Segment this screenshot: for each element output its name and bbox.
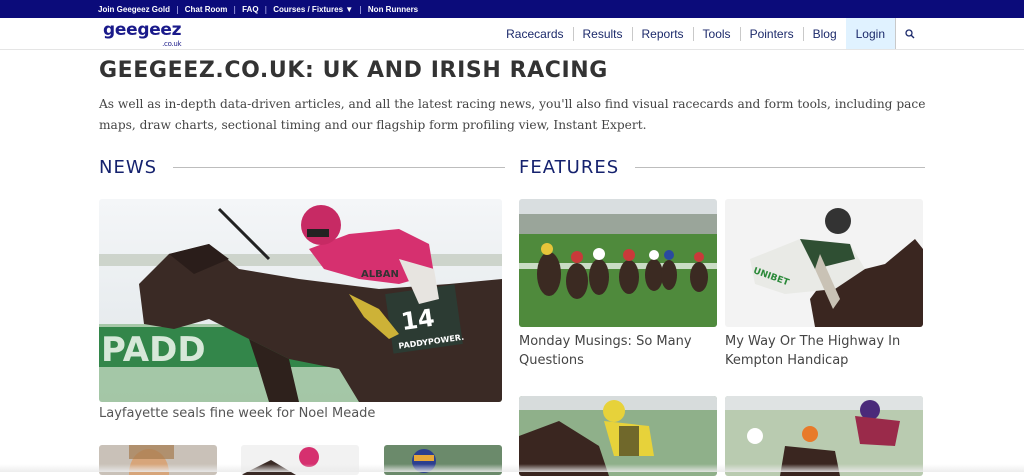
nav-results[interactable]: Results <box>574 27 633 41</box>
feature-caption-2-line2: Kempton Handicap <box>725 351 900 370</box>
courses-fixtures-dropdown[interactable]: Courses / Fixtures ▼ <box>273 5 353 14</box>
join-gold-link[interactable]: Join Geegeez Gold <box>98 5 170 14</box>
faq-link[interactable]: FAQ <box>242 5 258 14</box>
chat-room-link[interactable]: Chat Room <box>185 5 228 14</box>
topbar-separator: | <box>233 5 236 14</box>
news-heading-rule <box>173 167 505 168</box>
bottom-fade <box>0 464 1024 472</box>
feature-caption-2[interactable]: My Way Or The Highway In Kempton Handica… <box>725 332 900 370</box>
features-section-heading: FEATURES <box>519 157 925 178</box>
nav-blog[interactable]: Blog <box>804 27 846 41</box>
feature-caption-2-line1: My Way Or The Highway In <box>725 332 900 351</box>
rail-sponsor-text: PADD <box>101 330 206 370</box>
non-runners-link[interactable]: Non Runners <box>368 5 418 14</box>
features-heading: FEATURES <box>519 157 619 178</box>
features-heading-rule <box>635 167 925 168</box>
nav-racecards[interactable]: Racecards <box>497 27 573 41</box>
news-heading: NEWS <box>99 157 157 178</box>
news-lead-image[interactable]: PADD 14 PADDYPOWER. ALBAN <box>99 199 502 402</box>
topbar-separator: | <box>359 5 362 14</box>
page-title: GEEGEEZ.CO.UK: UK AND IRISH RACING <box>99 58 608 83</box>
saddle-cloth-number: 14 <box>399 304 436 336</box>
intro-text: As well as in-depth data-driven articles… <box>99 94 929 136</box>
login-button[interactable]: Login <box>846 18 896 49</box>
site-logo[interactable]: geegeez .co.uk <box>103 22 181 52</box>
top-bar: Join Geegeez Gold | Chat Room | FAQ | Co… <box>0 0 1024 18</box>
main-nav: Racecards Results Reports Tools Pointers… <box>497 18 916 49</box>
feature-caption-1-line1: Monday Musings: So Many <box>519 332 692 351</box>
nav-tools[interactable]: Tools <box>694 27 741 41</box>
feature-image-2[interactable]: UNIBET <box>725 199 923 327</box>
nav-pointers[interactable]: Pointers <box>741 27 804 41</box>
feature-caption-1-line2: Questions <box>519 351 692 370</box>
search-icon[interactable] <box>904 28 916 40</box>
news-lead-caption[interactable]: Layfayette seals fine week for Noel Mead… <box>99 406 375 421</box>
jockey-silks-text: ALBAN <box>361 269 399 280</box>
feature-caption-1[interactable]: Monday Musings: So Many Questions <box>519 332 692 370</box>
topbar-separator: | <box>176 5 179 14</box>
site-header: geegeez .co.uk Racecards Results Reports… <box>0 18 1024 50</box>
news-section-heading: NEWS <box>99 157 505 178</box>
nav-reports[interactable]: Reports <box>633 27 694 41</box>
feature-image-1[interactable] <box>519 199 717 327</box>
topbar-separator: | <box>265 5 268 14</box>
